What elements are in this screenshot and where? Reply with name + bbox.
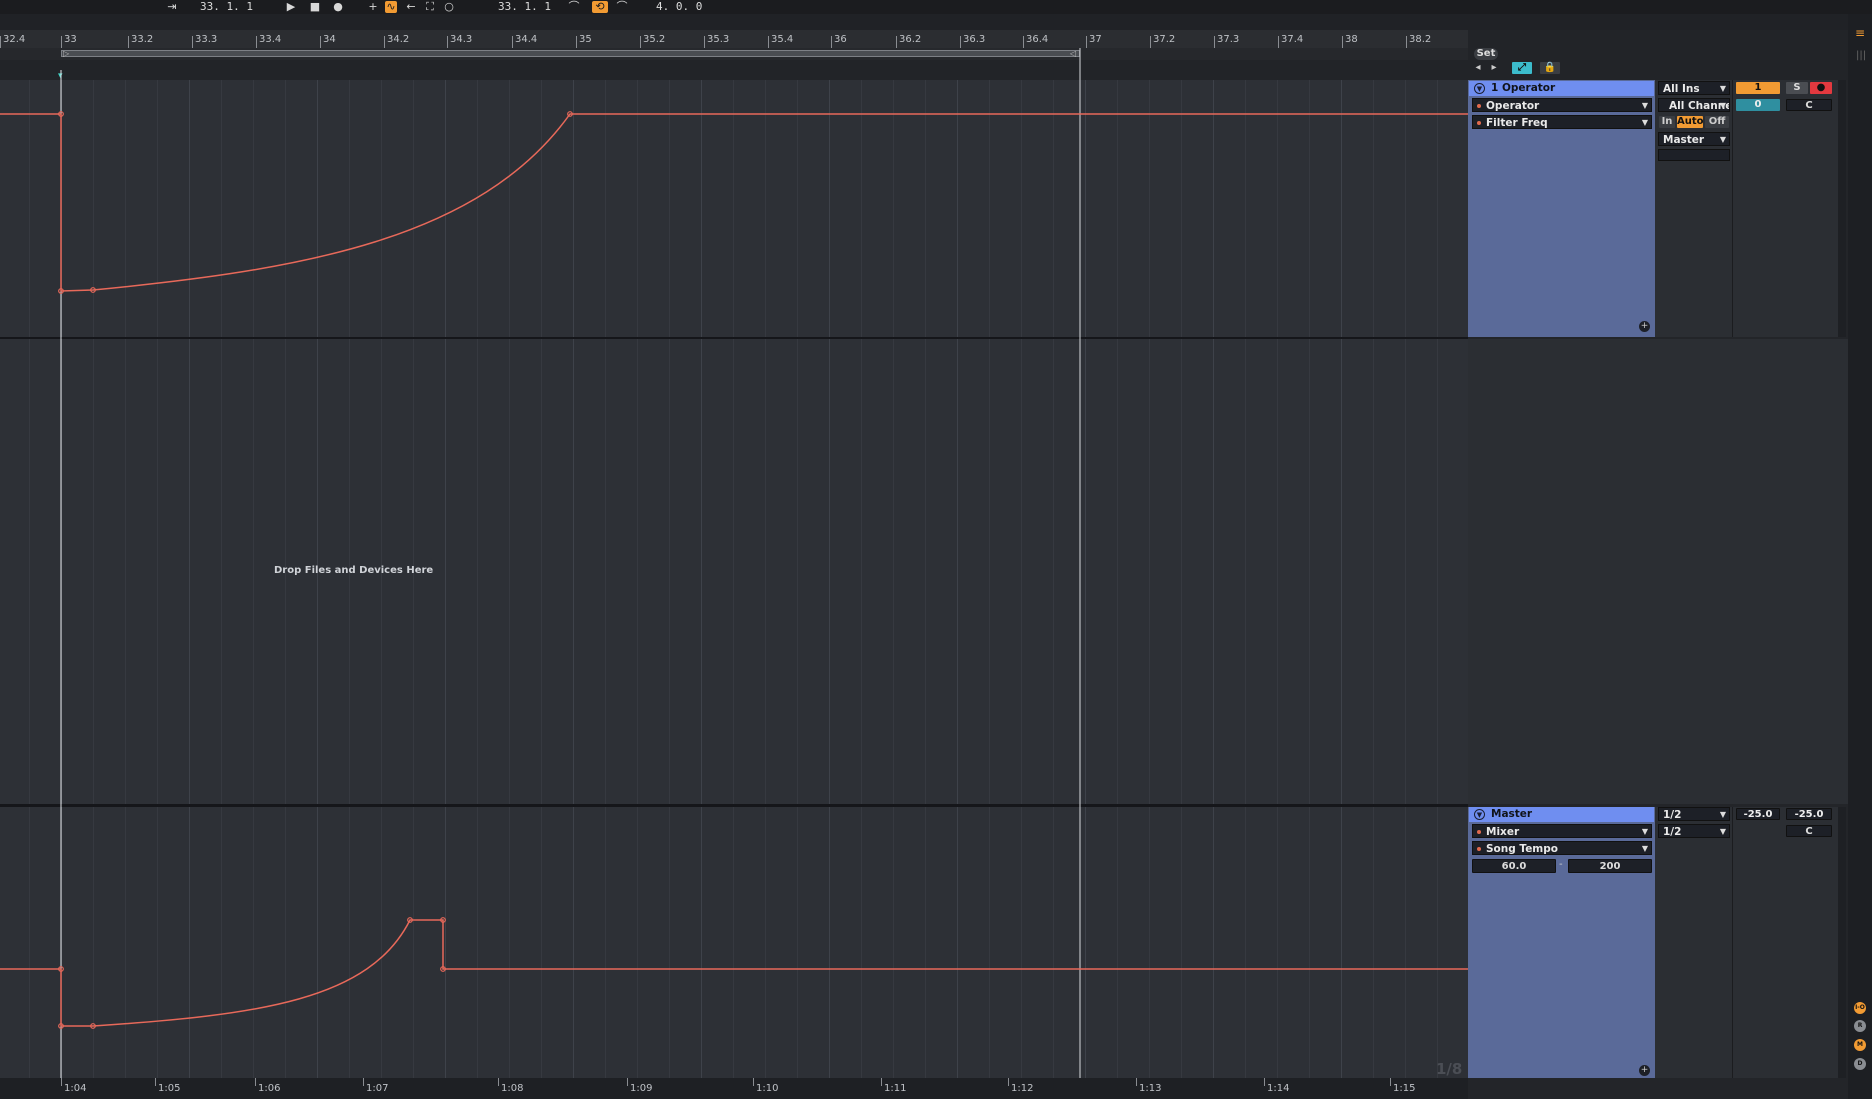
side-indicator[interactable]: I-O	[1854, 1002, 1866, 1014]
time-tick	[627, 1078, 628, 1086]
time-tick	[363, 1078, 364, 1086]
monitor-off-button[interactable]: Off	[1705, 116, 1729, 128]
time-tick	[1264, 1078, 1265, 1086]
master-io-section	[1655, 807, 1732, 1078]
device-label: Operator	[1486, 100, 1540, 112]
nav-right-icon[interactable]: ▸	[1488, 62, 1500, 74]
drop-area-header	[1468, 339, 1848, 804]
track1-parameter-chooser[interactable]: Filter Freq ▼	[1472, 115, 1652, 129]
audio-in-label: 1/2	[1663, 809, 1682, 821]
time-tick	[1136, 1078, 1137, 1086]
time-ruler[interactable]: 1:04 1:05 1:06 1:07 1:08 1:09 1:10 1:11 1:12 1:13…	[0, 1078, 1468, 1099]
arm-button[interactable]: ●	[1810, 82, 1832, 94]
chevron-down-icon: ▼	[1719, 101, 1726, 110]
audio-in-chooser[interactable]: 1/2 ▼	[1658, 807, 1730, 821]
track-activator-button[interactable]: 1	[1736, 82, 1780, 94]
device-label: Mixer	[1486, 826, 1520, 838]
master-mixer-section	[1732, 807, 1838, 1078]
solo-button[interactable]: S	[1786, 82, 1808, 94]
monitor-in-button[interactable]: In	[1659, 116, 1675, 128]
time-tick	[881, 1078, 882, 1086]
device-dot-icon	[1477, 104, 1481, 108]
time-label: 1:12	[1011, 1083, 1034, 1094]
output-chooser[interactable]: Master ▼	[1658, 132, 1730, 146]
master-parameter-chooser[interactable]: Song Tempo ▼	[1472, 841, 1652, 855]
add-lane-icon[interactable]: +	[1639, 321, 1650, 332]
automation-overlay	[0, 48, 1468, 1078]
master-device-chooser[interactable]: Mixer ▼	[1472, 824, 1652, 838]
time-label: 1:09	[630, 1083, 653, 1094]
master-volume-left[interactable]: -25.0	[1736, 808, 1780, 820]
track1-mixer-section	[1732, 80, 1838, 337]
device-dot-icon	[1477, 830, 1481, 834]
master-meter	[1838, 807, 1846, 1078]
master-pan-field[interactable]: C	[1786, 825, 1832, 837]
add-lane-icon[interactable]: +	[1639, 1065, 1650, 1076]
time-tick	[753, 1078, 754, 1086]
side-indicator[interactable]: M	[1854, 1039, 1866, 1051]
output-label: Master	[1663, 134, 1705, 146]
parameter-label: Song Tempo	[1486, 843, 1558, 855]
monitor-auto-button[interactable]: Auto	[1677, 116, 1704, 128]
chevron-down-icon: ▼	[1719, 84, 1726, 93]
menu-icon[interactable]: ≡	[1855, 26, 1865, 40]
audio-out-chooser[interactable]: 1/2 ▼	[1658, 824, 1730, 838]
chevron-down-icon: ▼	[1641, 827, 1648, 836]
parameter-label: Filter Freq	[1486, 117, 1548, 129]
chevron-down-icon: ▼	[1719, 827, 1726, 836]
audio-out-label: 1/2	[1663, 826, 1682, 838]
time-label: 1:15	[1393, 1083, 1416, 1094]
master-automation-curve	[0, 919, 1468, 1027]
time-label: 1:13	[1139, 1083, 1162, 1094]
time-label: 1:04	[64, 1083, 87, 1094]
set-button[interactable]: Set	[1474, 48, 1498, 60]
scroll-handle-icon[interactable]: |||	[1856, 50, 1866, 61]
track1-device-chooser[interactable]: Operator ▼	[1472, 98, 1652, 112]
time-tick	[498, 1078, 499, 1086]
time-label: 1:11	[884, 1083, 907, 1094]
chevron-down-icon: ▼	[1641, 101, 1648, 110]
param-dot-icon	[1477, 121, 1481, 125]
chevron-down-icon: ▼	[1719, 135, 1726, 144]
track1-name[interactable]: ▼ 1 Operator	[1469, 81, 1654, 96]
pan-field[interactable]: C	[1786, 99, 1832, 111]
side-indicator[interactable]: R	[1854, 1020, 1866, 1032]
automation-mode-icon[interactable]: ⤢	[1512, 62, 1532, 74]
nav-left-icon[interactable]: ◂	[1472, 62, 1484, 74]
chevron-down-icon: ▼	[1641, 118, 1648, 127]
chevron-down-icon: ▼	[1719, 810, 1726, 819]
track1-automation-curve	[0, 113, 1468, 292]
chevron-down-icon: ▼	[1641, 844, 1648, 853]
side-indicator[interactable]: D	[1854, 1058, 1866, 1070]
time-label: 1:05	[158, 1083, 181, 1094]
master-volume-right[interactable]: -25.0	[1786, 808, 1832, 820]
fold-icon[interactable]: ▼	[1474, 809, 1485, 820]
track1-meter	[1838, 80, 1846, 337]
time-tick	[1390, 1078, 1391, 1086]
time-tick	[155, 1078, 156, 1086]
lock-icon[interactable]: 🔒	[1540, 62, 1560, 74]
master-name[interactable]: ▼ Master	[1469, 807, 1654, 822]
time-label: 1:07	[366, 1083, 389, 1094]
volume-field[interactable]: 0	[1736, 99, 1780, 111]
time-label: 1:10	[756, 1083, 779, 1094]
tempo-min-field[interactable]: 60.0	[1472, 859, 1556, 873]
tempo-max-field[interactable]: 200	[1568, 859, 1652, 873]
time-label: 1:08	[501, 1083, 524, 1094]
track1-title: 1 Operator	[1491, 82, 1556, 94]
time-label: 1:14	[1267, 1083, 1290, 1094]
time-tick	[1008, 1078, 1009, 1086]
time-label: 1:06	[258, 1083, 281, 1094]
output-channel-chooser[interactable]	[1658, 149, 1730, 161]
master-title: Master	[1491, 808, 1533, 820]
time-tick	[255, 1078, 256, 1086]
right-edge-strip	[1848, 14, 1872, 1099]
input-type-chooser[interactable]: All Ins ▼	[1658, 81, 1730, 95]
input-channel-chooser[interactable]: All Channels▼	[1658, 98, 1730, 112]
input-type-label: All Ins	[1663, 83, 1700, 95]
time-tick	[61, 1078, 62, 1086]
fold-icon[interactable]: ▼	[1474, 83, 1485, 94]
param-dot-icon	[1477, 847, 1481, 851]
range-separator: -	[1559, 859, 1563, 870]
